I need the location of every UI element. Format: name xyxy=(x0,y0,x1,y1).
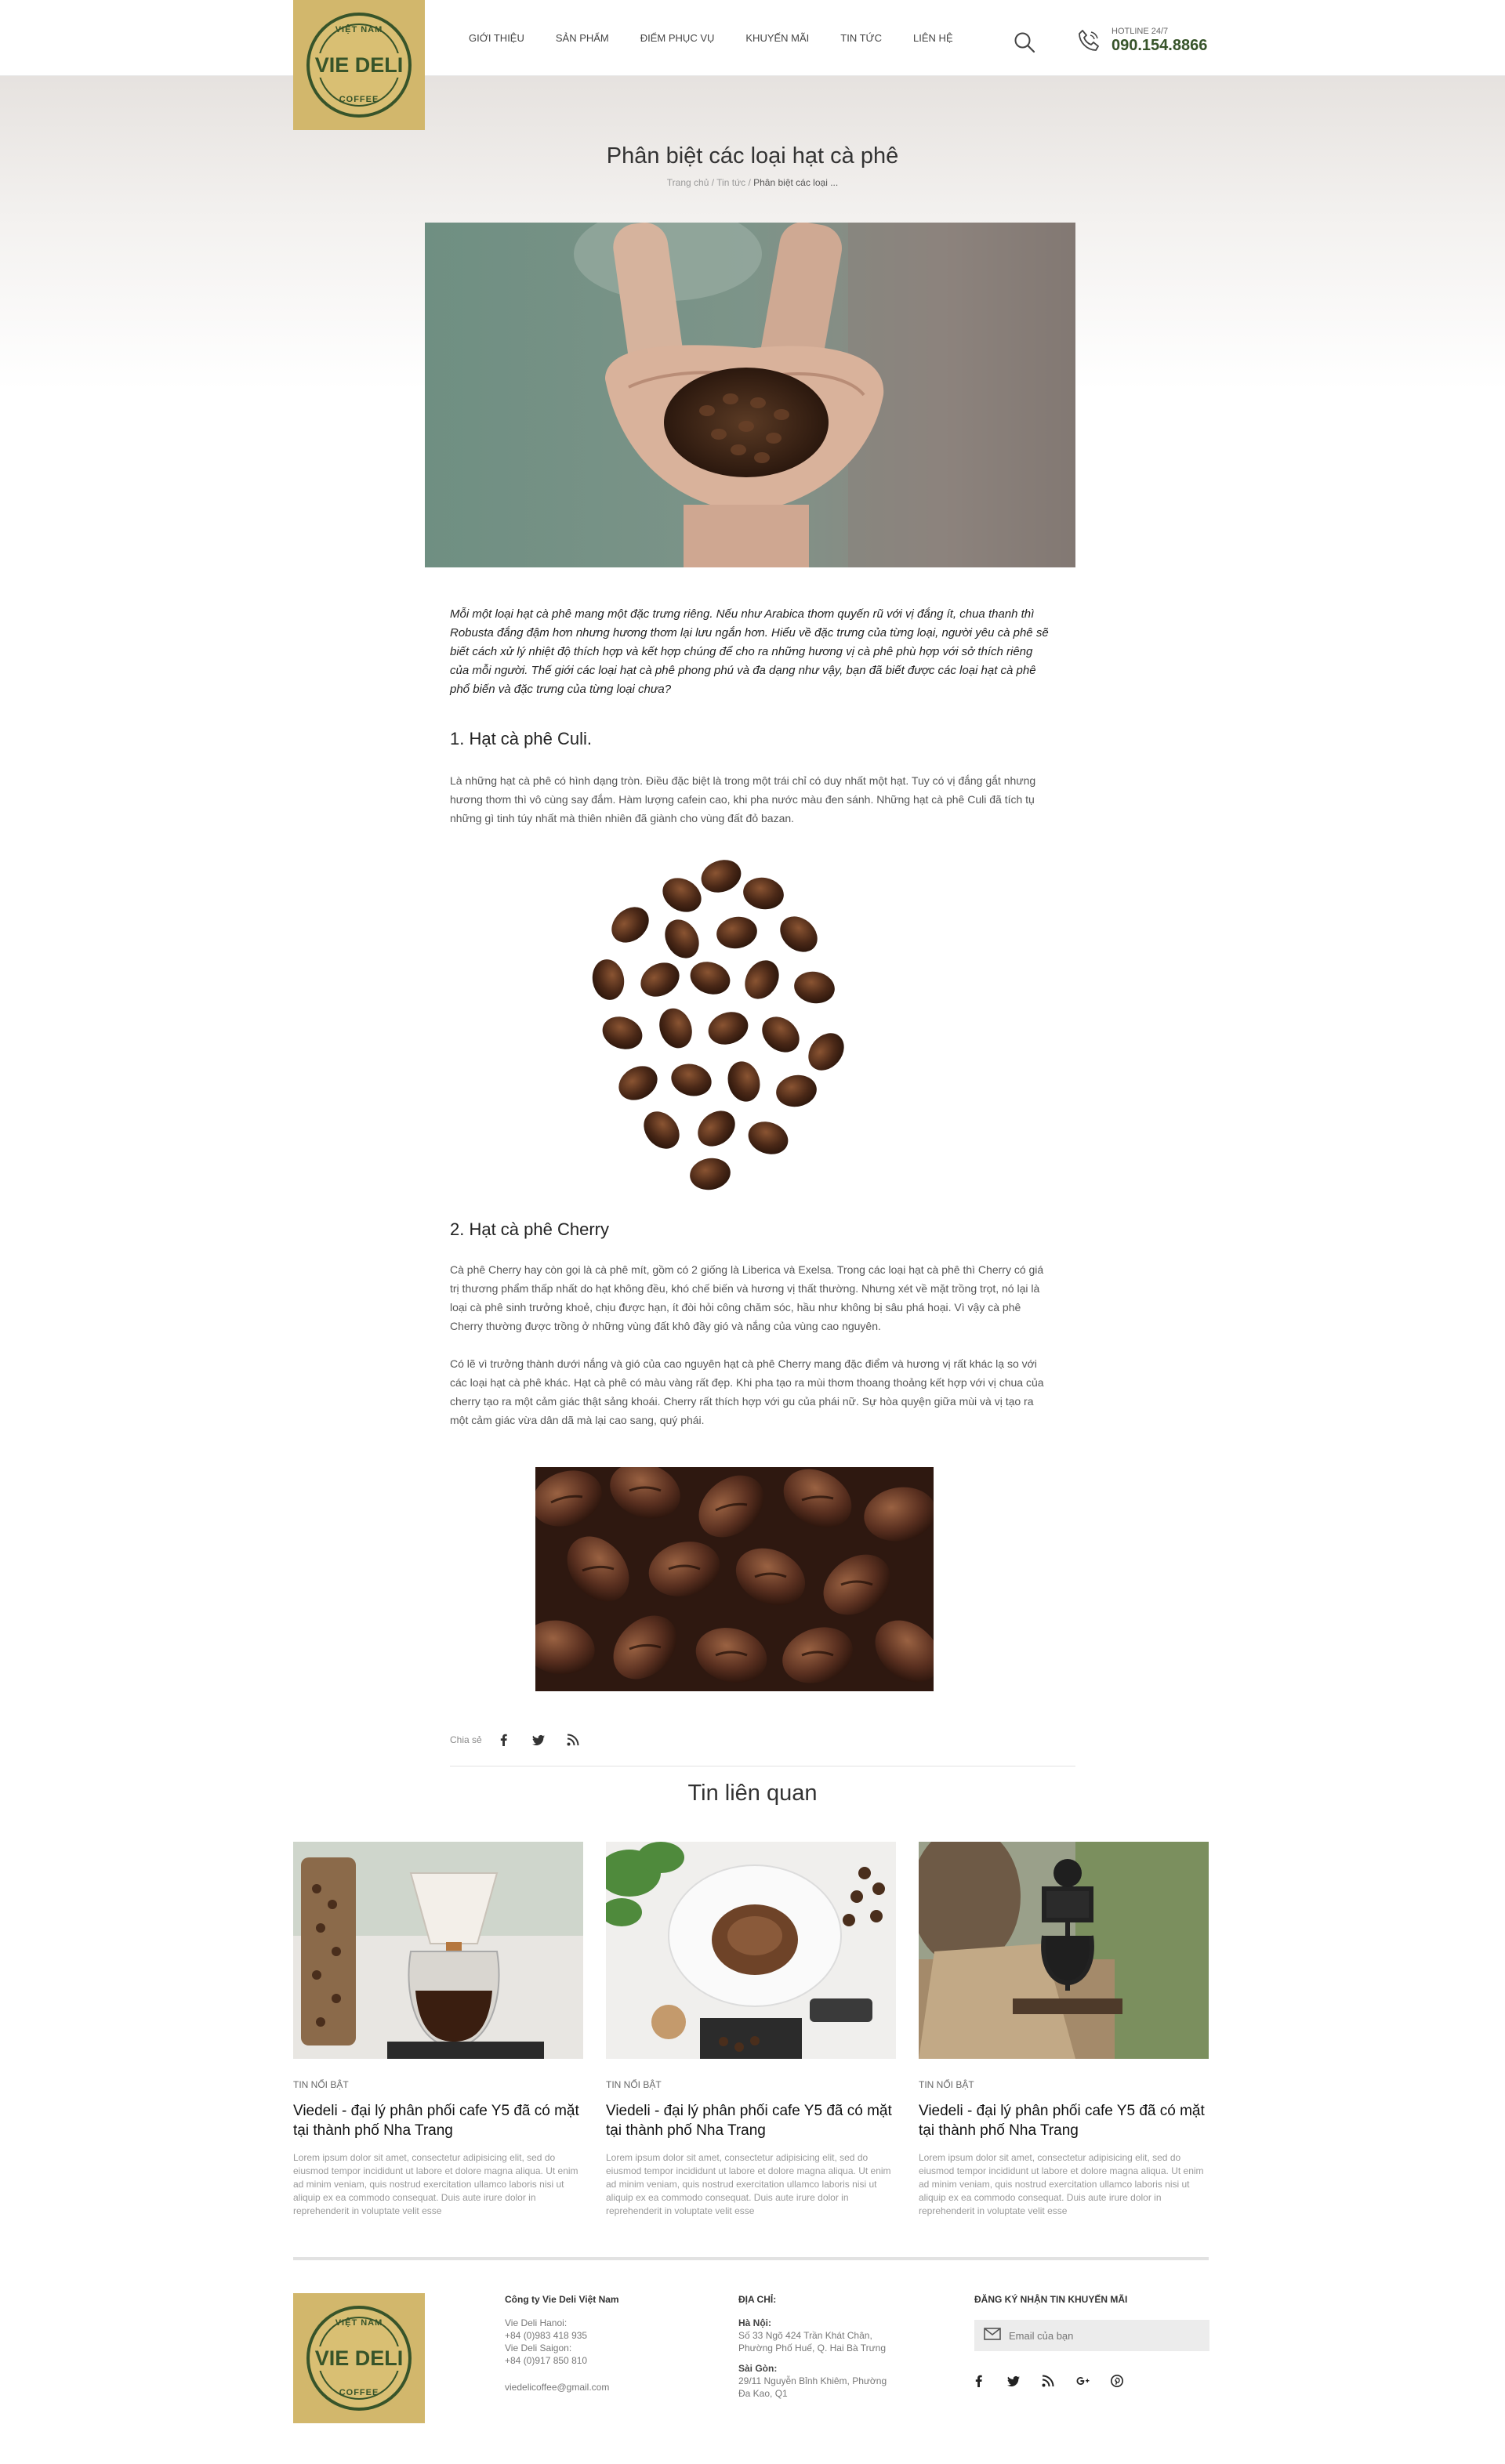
footer-hanoi-phone[interactable]: +84 (0)983 418 935 xyxy=(505,2329,693,2342)
related-card-excerpt: Lorem ipsum dolor sit amet, consectetur … xyxy=(919,2152,1204,2216)
footer-divider xyxy=(293,2257,1209,2260)
breadcrumb-separator: / xyxy=(709,177,717,188)
logo-badge: VIỆT NAM VIE DELI COFFEE xyxy=(306,2306,412,2411)
related-card-image[interactable] xyxy=(293,1842,583,2059)
footer-saigon-label: Vie Deli Saigon: xyxy=(505,2343,572,2353)
twitter-icon[interactable] xyxy=(531,1734,545,1746)
google-plus-icon[interactable] xyxy=(1076,2375,1090,2387)
breadcrumb-current: Phân biệt các loại ... xyxy=(753,177,839,188)
footer-hanoi-address-line: Số 33 Ngõ 424 Trần Khát Chân, xyxy=(738,2330,872,2341)
section-heading-culi: 1. Hạt cà phê Culi. xyxy=(450,729,592,748)
related-card-excerpt: Lorem ipsum dolor sit amet, consectetur … xyxy=(606,2152,891,2216)
footer-logo[interactable]: VIỆT NAM VIE DELI COFFEE xyxy=(293,2293,425,2423)
related-card-title[interactable]: Viedeli - đại lý phân phối cafe Y5 đã có… xyxy=(919,2101,1209,2140)
related-card: TIN NỔI BẬT Viedeli - đại lý phân phối c… xyxy=(293,1842,583,2218)
footer-saigon-city: Sài Gòn: xyxy=(738,2363,778,2374)
nav-item-about[interactable]: GIỚI THIỆU xyxy=(469,32,524,44)
section-heading-cherry: 2. Hạt cà phê Cherry xyxy=(450,1219,609,1239)
share-label: Chia sẻ xyxy=(450,1734,482,1745)
footer-hanoi-label: Vie Deli Hanoi: xyxy=(505,2317,568,2328)
nav-item-news[interactable]: TIN TỨC xyxy=(840,32,882,44)
logo-main-text: VIE DELI xyxy=(313,2346,405,2371)
newsletter-title: ĐĂNG KÝ NHẬN TIN KHUYẾN MÃI xyxy=(974,2294,1128,2305)
main-nav: GIỚI THIỆU SẢN PHẨM ĐIỂM PHỤC VỤ KHUYẾN … xyxy=(469,0,985,76)
section-text-culi: Là những hạt cà phê có hình dạng tròn. Đ… xyxy=(450,774,1036,824)
mail-icon xyxy=(984,2327,1001,2344)
article-intro: Mỗi một loại hạt cà phê mang một đặc trư… xyxy=(450,607,1049,696)
footer-email[interactable]: viedelicoffee@gmail.com xyxy=(505,2381,693,2393)
pinterest-icon[interactable] xyxy=(1111,2375,1123,2387)
related-card-image[interactable] xyxy=(606,1842,896,2059)
logo-badge: VIỆT NAM VIE DELI COFFEE xyxy=(306,13,412,118)
facebook-icon[interactable] xyxy=(498,1734,510,1746)
logo-top-text: VIỆT NAM xyxy=(335,2318,383,2328)
related-card-category: TIN NỔI BẬT xyxy=(606,2079,662,2090)
article-hero-image xyxy=(425,223,1075,567)
related-card-title[interactable]: Viedeli - đại lý phân phối cafe Y5 đã có… xyxy=(293,2101,583,2140)
breadcrumb: Trang chủ / Tin tức / Phân biệt các loại… xyxy=(0,177,1505,188)
logo-main-text: VIE DELI xyxy=(313,53,405,78)
footer-address: ĐỊA CHỈ: Hà Nội: Số 33 Ngõ 424 Trần Khát… xyxy=(738,2293,927,2400)
breadcrumb-news[interactable]: Tin tức xyxy=(716,177,745,188)
phone-icon xyxy=(1075,27,1102,54)
newsletter-email-input[interactable] xyxy=(1009,2329,1197,2342)
rss-icon[interactable] xyxy=(567,1734,579,1746)
related-card-category: TIN NỔI BẬT xyxy=(293,2079,349,2090)
footer-newsletter: ĐĂNG KÝ NHẬN TIN KHUYẾN MÃI xyxy=(974,2293,1209,2317)
footer-company: Công ty Vie Deli Việt Nam xyxy=(505,2294,619,2305)
footer-contact: Công ty Vie Deli Việt Nam Vie Deli Hanoi… xyxy=(505,2293,693,2393)
hotline[interactable]: HOTLINE 24/7 090.154.8866 xyxy=(1075,27,1207,54)
site-logo[interactable]: VIỆT NAM VIE DELI COFFEE xyxy=(293,0,425,130)
related-card: TIN NỔI BẬT Viedeli - đại lý phân phối c… xyxy=(606,1842,896,2218)
nav-item-promotions[interactable]: KHUYẾN MÃI xyxy=(745,32,809,44)
related-card: TIN NỔI BẬT Viedeli - đại lý phân phối c… xyxy=(919,1842,1209,2218)
culi-beans-image xyxy=(489,846,909,1204)
page-title: Phân biệt các loại hạt cà phê xyxy=(606,143,899,168)
section-text-cherry-2: Có lẽ vì trưởng thành dưới nắng và gió c… xyxy=(450,1357,1044,1426)
related-card-category: TIN NỔI BẬT xyxy=(919,2079,974,2090)
related-card-image[interactable] xyxy=(919,1842,1209,2059)
facebook-icon[interactable] xyxy=(973,2375,985,2387)
footer-address-title: ĐỊA CHỈ: xyxy=(738,2294,777,2305)
footer-saigon-address-line: Đa Kao, Q1 xyxy=(738,2388,788,2399)
related-card-excerpt: Lorem ipsum dolor sit amet, consectetur … xyxy=(293,2152,578,2216)
share-bar: Chia sẻ xyxy=(450,1734,601,1746)
hotline-label: HOTLINE 24/7 xyxy=(1112,27,1169,36)
rss-icon[interactable] xyxy=(1042,2375,1054,2387)
footer-social xyxy=(973,2375,1145,2387)
breadcrumb-separator: / xyxy=(745,177,754,188)
logo-top-text: VIỆT NAM xyxy=(335,25,383,34)
footer-saigon-address-line: 29/11 Nguyễn Bỉnh Khiêm, Phường xyxy=(738,2375,887,2386)
related-card-title[interactable]: Viedeli - đại lý phân phối cafe Y5 đã có… xyxy=(606,2101,896,2140)
nav-item-locations[interactable]: ĐIỂM PHỤC VỤ xyxy=(640,32,715,44)
footer-saigon-phone[interactable]: +84 (0)917 850 810 xyxy=(505,2354,693,2367)
footer-hanoi-address-line: Phường Phố Huế, Q. Hai Bà Trưng xyxy=(738,2343,887,2353)
newsletter-form xyxy=(974,2320,1209,2351)
search-icon[interactable] xyxy=(1014,31,1035,53)
hotline-number[interactable]: 090.154.8866 xyxy=(1112,37,1207,54)
related-title: Tin liên quan xyxy=(687,1781,818,1806)
section-text-cherry-1: Cà phê Cherry hay còn gọi là cà phê mít,… xyxy=(450,1263,1044,1332)
cherry-beans-image xyxy=(535,1467,934,1691)
footer-hanoi-city: Hà Nội: xyxy=(738,2317,771,2328)
nav-item-products[interactable]: SẢN PHẨM xyxy=(556,32,609,44)
nav-item-contact[interactable]: LIÊN HỆ xyxy=(913,32,953,44)
breadcrumb-home[interactable]: Trang chủ xyxy=(667,177,709,188)
twitter-icon[interactable] xyxy=(1007,2375,1020,2387)
logo-bottom-text: COFFEE xyxy=(339,2388,379,2397)
logo-bottom-text: COFFEE xyxy=(339,95,379,104)
